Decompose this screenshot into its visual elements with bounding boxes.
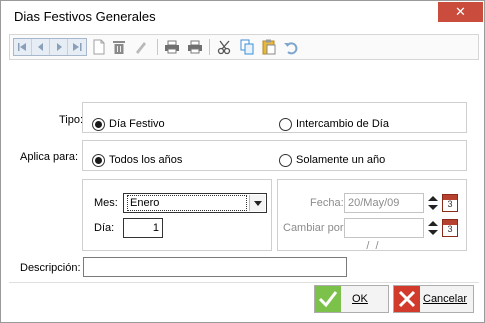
title-bar: Dias Festivos Generales ✕	[1, 1, 484, 31]
window-title: Dias Festivos Generales	[14, 9, 156, 24]
dia-label: Día:	[94, 222, 115, 234]
cambiar-label: Cambiar por:	[283, 222, 347, 234]
descripcion-input[interactable]	[83, 257, 347, 277]
delete-icon[interactable]	[110, 38, 128, 56]
print-icon[interactable]	[163, 38, 181, 56]
toolbar-separator	[209, 39, 210, 55]
copy-icon[interactable]	[238, 38, 256, 56]
record-navigator	[13, 38, 87, 56]
dia-value: 1	[152, 222, 159, 234]
tipo-option-dia-festivo: Día Festivo	[109, 118, 165, 130]
tipo-radio-dia-festivo[interactable]	[92, 118, 105, 131]
cambiar-spinner[interactable]	[426, 218, 440, 238]
cambiar-input[interactable]: / /	[344, 218, 424, 252]
cancel-button[interactable]: Cancelar	[393, 285, 474, 313]
mes-select[interactable]: Enero	[123, 193, 267, 213]
undo-icon[interactable]	[282, 38, 300, 56]
dialog-window: Dias Festivos Generales ✕ Tipo: Día Fest…	[0, 0, 485, 323]
mes-value: Enero	[127, 195, 247, 211]
edit-icon[interactable]	[132, 38, 150, 56]
fecha-spinner[interactable]	[426, 193, 440, 213]
cut-icon[interactable]	[216, 38, 234, 56]
descripcion-label: Descripción:	[20, 262, 81, 274]
aplica-option-solamente: Solamente un año	[296, 154, 386, 166]
ok-button[interactable]: OK	[314, 285, 389, 313]
checkmark-icon	[315, 286, 341, 312]
dia-input[interactable]: 1	[123, 218, 163, 238]
fecha-value: 20/May/09	[348, 197, 400, 209]
calendar-day: 3	[447, 199, 453, 209]
calendar-day: 3	[447, 224, 453, 234]
fecha-label: Fecha:	[310, 197, 344, 209]
close-button[interactable]: ✕	[438, 2, 483, 22]
tipo-group: Día Festivo Intercambio de Día	[82, 102, 467, 133]
chevron-down-icon[interactable]	[249, 195, 265, 211]
toolbar	[9, 34, 479, 60]
next-icon[interactable]	[50, 39, 68, 55]
aplica-option-todos: Todos los años	[109, 154, 183, 166]
tipo-option-intercambio: Intercambio de Día	[296, 118, 389, 130]
last-icon[interactable]	[68, 39, 86, 55]
new-doc-icon[interactable]	[90, 38, 108, 56]
paste-icon[interactable]	[260, 38, 278, 56]
print-preview-icon[interactable]	[186, 38, 204, 56]
calendar-icon[interactable]: 3	[442, 194, 458, 212]
prev-icon[interactable]	[32, 39, 50, 55]
fecha-input[interactable]: 20/May/09	[344, 193, 424, 213]
first-icon[interactable]	[14, 39, 32, 55]
aplica-radio-todos[interactable]	[92, 154, 105, 167]
aplica-label: Aplica para:	[20, 151, 79, 163]
aplica-radio-solamente[interactable]	[279, 154, 292, 167]
cross-icon	[394, 286, 420, 312]
calendar-icon[interactable]: 3	[442, 219, 458, 237]
aplica-group: Todos los años Solamente un año	[82, 140, 467, 171]
cancel-label: Cancelar	[423, 293, 468, 305]
close-icon: ✕	[455, 4, 466, 19]
ok-label: OK	[352, 293, 368, 305]
toolbar-separator	[157, 39, 158, 55]
tipo-radio-intercambio[interactable]	[279, 118, 292, 131]
mes-dia-panel	[82, 179, 272, 251]
tipo-label: Tipo:	[59, 114, 84, 126]
cambiar-value: / /	[360, 240, 379, 252]
dialog-footer: OK Cancelar	[9, 282, 479, 314]
mes-label: Mes:	[94, 197, 118, 209]
